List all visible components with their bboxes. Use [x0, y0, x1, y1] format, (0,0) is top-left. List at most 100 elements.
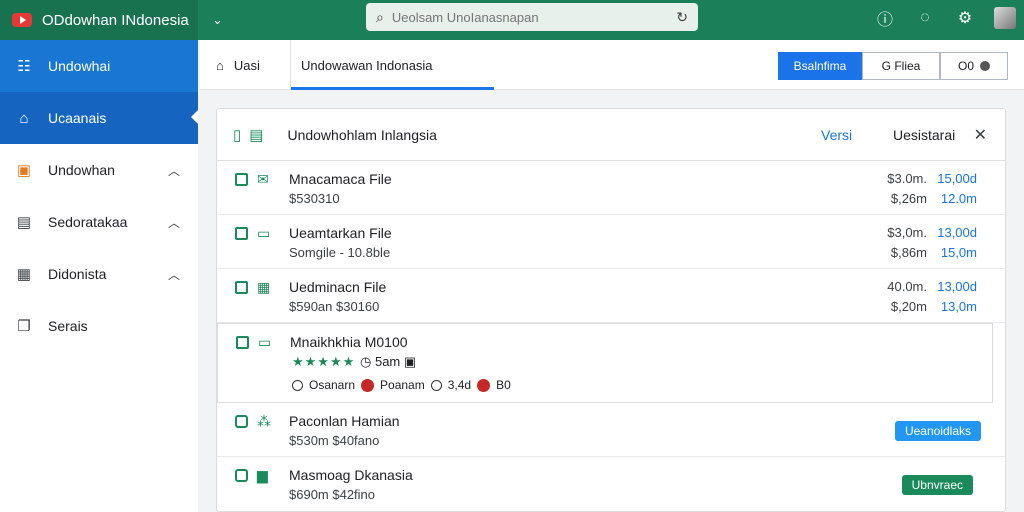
mail-icon: ✉ [257, 171, 269, 187]
row-checkbox[interactable] [235, 281, 248, 294]
chevron-up-icon[interactable]: ︿ [168, 214, 180, 231]
sidebar-item-label: Undowhan [48, 162, 115, 178]
action-button[interactable]: Ueanoidlaks [894, 421, 981, 441]
row-value: 13,00d [937, 225, 977, 240]
sidebar-item-label: Didonista [48, 266, 107, 282]
brand[interactable]: ODdowhan INdonesia [0, 0, 198, 40]
sidebar-item-2[interactable]: ▣ Undowhan ︿ [0, 144, 198, 196]
segmented-control: Bsalnfima G Fliea O0 [778, 52, 1008, 80]
check-badge-icon [477, 378, 491, 392]
refresh-icon[interactable]: ↻ [676, 9, 688, 26]
meta-label: 5am [374, 354, 401, 369]
sidebar-item-0[interactable]: ☷ Undowhai [0, 40, 198, 92]
row-name: Uedminacn File [289, 279, 387, 295]
chip-label: 3,4d [447, 378, 472, 392]
users-icon: ⁂ [257, 413, 271, 429]
table-row[interactable]: ▆ Masmoag Dkanasia $690m $42fino Ubnvrae… [217, 457, 1005, 511]
list-icon: ▤ [16, 214, 32, 231]
folder-icon: ❐ [17, 318, 31, 335]
tab-label: Undowawan Indonasia [301, 57, 433, 73]
row-meta: ◷ 5am ▣ [360, 354, 416, 370]
row-name: Mnacamaca File [289, 171, 392, 187]
panel-title: Undowhohlam Inlangsia [287, 126, 437, 143]
tab-home[interactable]: ⌂ Uasi [216, 40, 260, 90]
radio-icon[interactable] [430, 379, 442, 391]
chevron-up-icon[interactable]: ︿ [168, 266, 180, 283]
settings-icon[interactable]: ⚙ [954, 8, 976, 28]
play-logo-icon [12, 13, 32, 27]
row-value: $3.0m. [887, 171, 927, 186]
sidebar-item-3[interactable]: ▤ Sedoratakaa ︿ [0, 196, 198, 248]
segment-button-1[interactable]: Bsalnfima [778, 52, 862, 80]
avatar[interactable] [994, 7, 1016, 29]
row-name: Paconlan Hamian [289, 413, 400, 429]
sidebar-item-label: Serais [48, 318, 88, 334]
row-value: $,86m [890, 245, 927, 260]
tab-active[interactable]: Undowawan Indonasia [290, 40, 494, 90]
search-bar: ⌕ ↻ [366, 3, 698, 31]
sidebar-item-label: Undowhai [48, 58, 111, 74]
card-icon: ▭ [258, 334, 272, 350]
action-button[interactable]: Ubnvraec [901, 475, 973, 495]
sidebar-item-1[interactable]: ⌂ Ucaanais [0, 92, 198, 144]
row-sub: $530m $40fano [289, 433, 380, 448]
row-checkbox[interactable] [235, 415, 248, 428]
sidebar-item-4[interactable]: ▦ Didonista ︿ [0, 248, 198, 300]
status-dot-icon [980, 61, 990, 71]
check-badge-icon [361, 378, 375, 392]
row-value: $,20m [890, 299, 927, 314]
table-icon: ▤ [249, 126, 264, 144]
version-link[interactable]: Versi [821, 127, 852, 143]
expanded-row[interactable]: ▭ Mnaikhkhia M0100 ★★★★★ ◷ 5am ▣ Osanarn… [217, 323, 993, 403]
segment-button-3[interactable]: O0 [940, 52, 1008, 80]
row-value: 12.0m [940, 191, 977, 206]
sidebar-item-label: Ucaanais [48, 110, 107, 126]
chip-label: B0 [496, 378, 511, 392]
table-row[interactable]: ▭ Ueamtarkan File Somgile - 10.8ble $3,0… [217, 215, 1005, 269]
save-icon: ▣ [403, 354, 417, 369]
sidebar: ☷ Undowhai ⌂ Ucaanais ▣ Undowhan ︿ ▤ Sed… [0, 40, 198, 512]
tab-label: Uasi [233, 57, 260, 73]
segment-label: O0 [957, 59, 974, 73]
chat-icon[interactable]: ◌ [914, 9, 936, 27]
chip-label: Osanarn [309, 378, 356, 392]
segment-button-2[interactable]: G Fliea [862, 52, 940, 80]
row-value: 40.0m. [887, 279, 927, 294]
row-checkbox[interactable] [235, 173, 248, 186]
top-bar: ODdowhan INdonesia ⌄ ⌕ ↻ ⓘ ◌ ⚙ [0, 0, 1024, 40]
clock-icon: ◷ [360, 354, 372, 369]
row-name: Ueamtarkan File [289, 225, 392, 241]
chip-label: Poanam [380, 378, 425, 392]
row-checkbox[interactable] [235, 469, 248, 482]
row-value: 13,0m [940, 299, 977, 314]
search-input[interactable] [391, 9, 669, 25]
table-row[interactable]: ▦ Uedminacn File $590an $30160 40.0m. 13… [217, 269, 1005, 323]
table-row[interactable]: ✉ Mnacamaca File $530310 $3.0m. 15,00d $… [217, 161, 1005, 215]
panel-label: Uesistarai [893, 126, 956, 143]
row-value: 15,0m [940, 245, 977, 260]
chevron-up-icon[interactable]: ︿ [168, 162, 180, 179]
row-name: Masmoag Dkanasia [289, 467, 413, 483]
document-icon: ▣ [16, 162, 32, 179]
row-value: $3,0m. [887, 225, 927, 240]
sidebar-item-5[interactable]: ❐ Serais [0, 300, 198, 352]
row-checkbox[interactable] [236, 336, 249, 349]
search-icon: ⌕ [376, 8, 384, 25]
table-row[interactable]: ⁂ Paconlan Hamian $530m $40fano Ueanoidl… [217, 403, 1005, 457]
grid-icon: ☷ [17, 58, 31, 75]
rating-stars: ★★★★★ [292, 354, 356, 369]
radio-icon[interactable] [292, 379, 303, 391]
row-value: 13,00d [937, 279, 977, 294]
row-sub: $690m $42fino [289, 487, 376, 502]
app-title: ODdowhan INdonesia [42, 11, 189, 29]
home-icon: ⌂ [216, 57, 224, 73]
row-value: $,26m [890, 191, 927, 206]
info-icon[interactable]: ⓘ [874, 6, 896, 30]
row-sub: $590an $30160 [289, 299, 380, 314]
row-sub: $530310 [289, 191, 340, 206]
sidebar-item-label: Sedoratakaa [48, 214, 128, 230]
close-icon[interactable]: ✕ [974, 125, 987, 145]
row-checkbox[interactable] [235, 227, 248, 240]
folder-icon: ▆ [257, 467, 268, 483]
chevron-down-icon[interactable]: ⌄ [212, 12, 223, 28]
